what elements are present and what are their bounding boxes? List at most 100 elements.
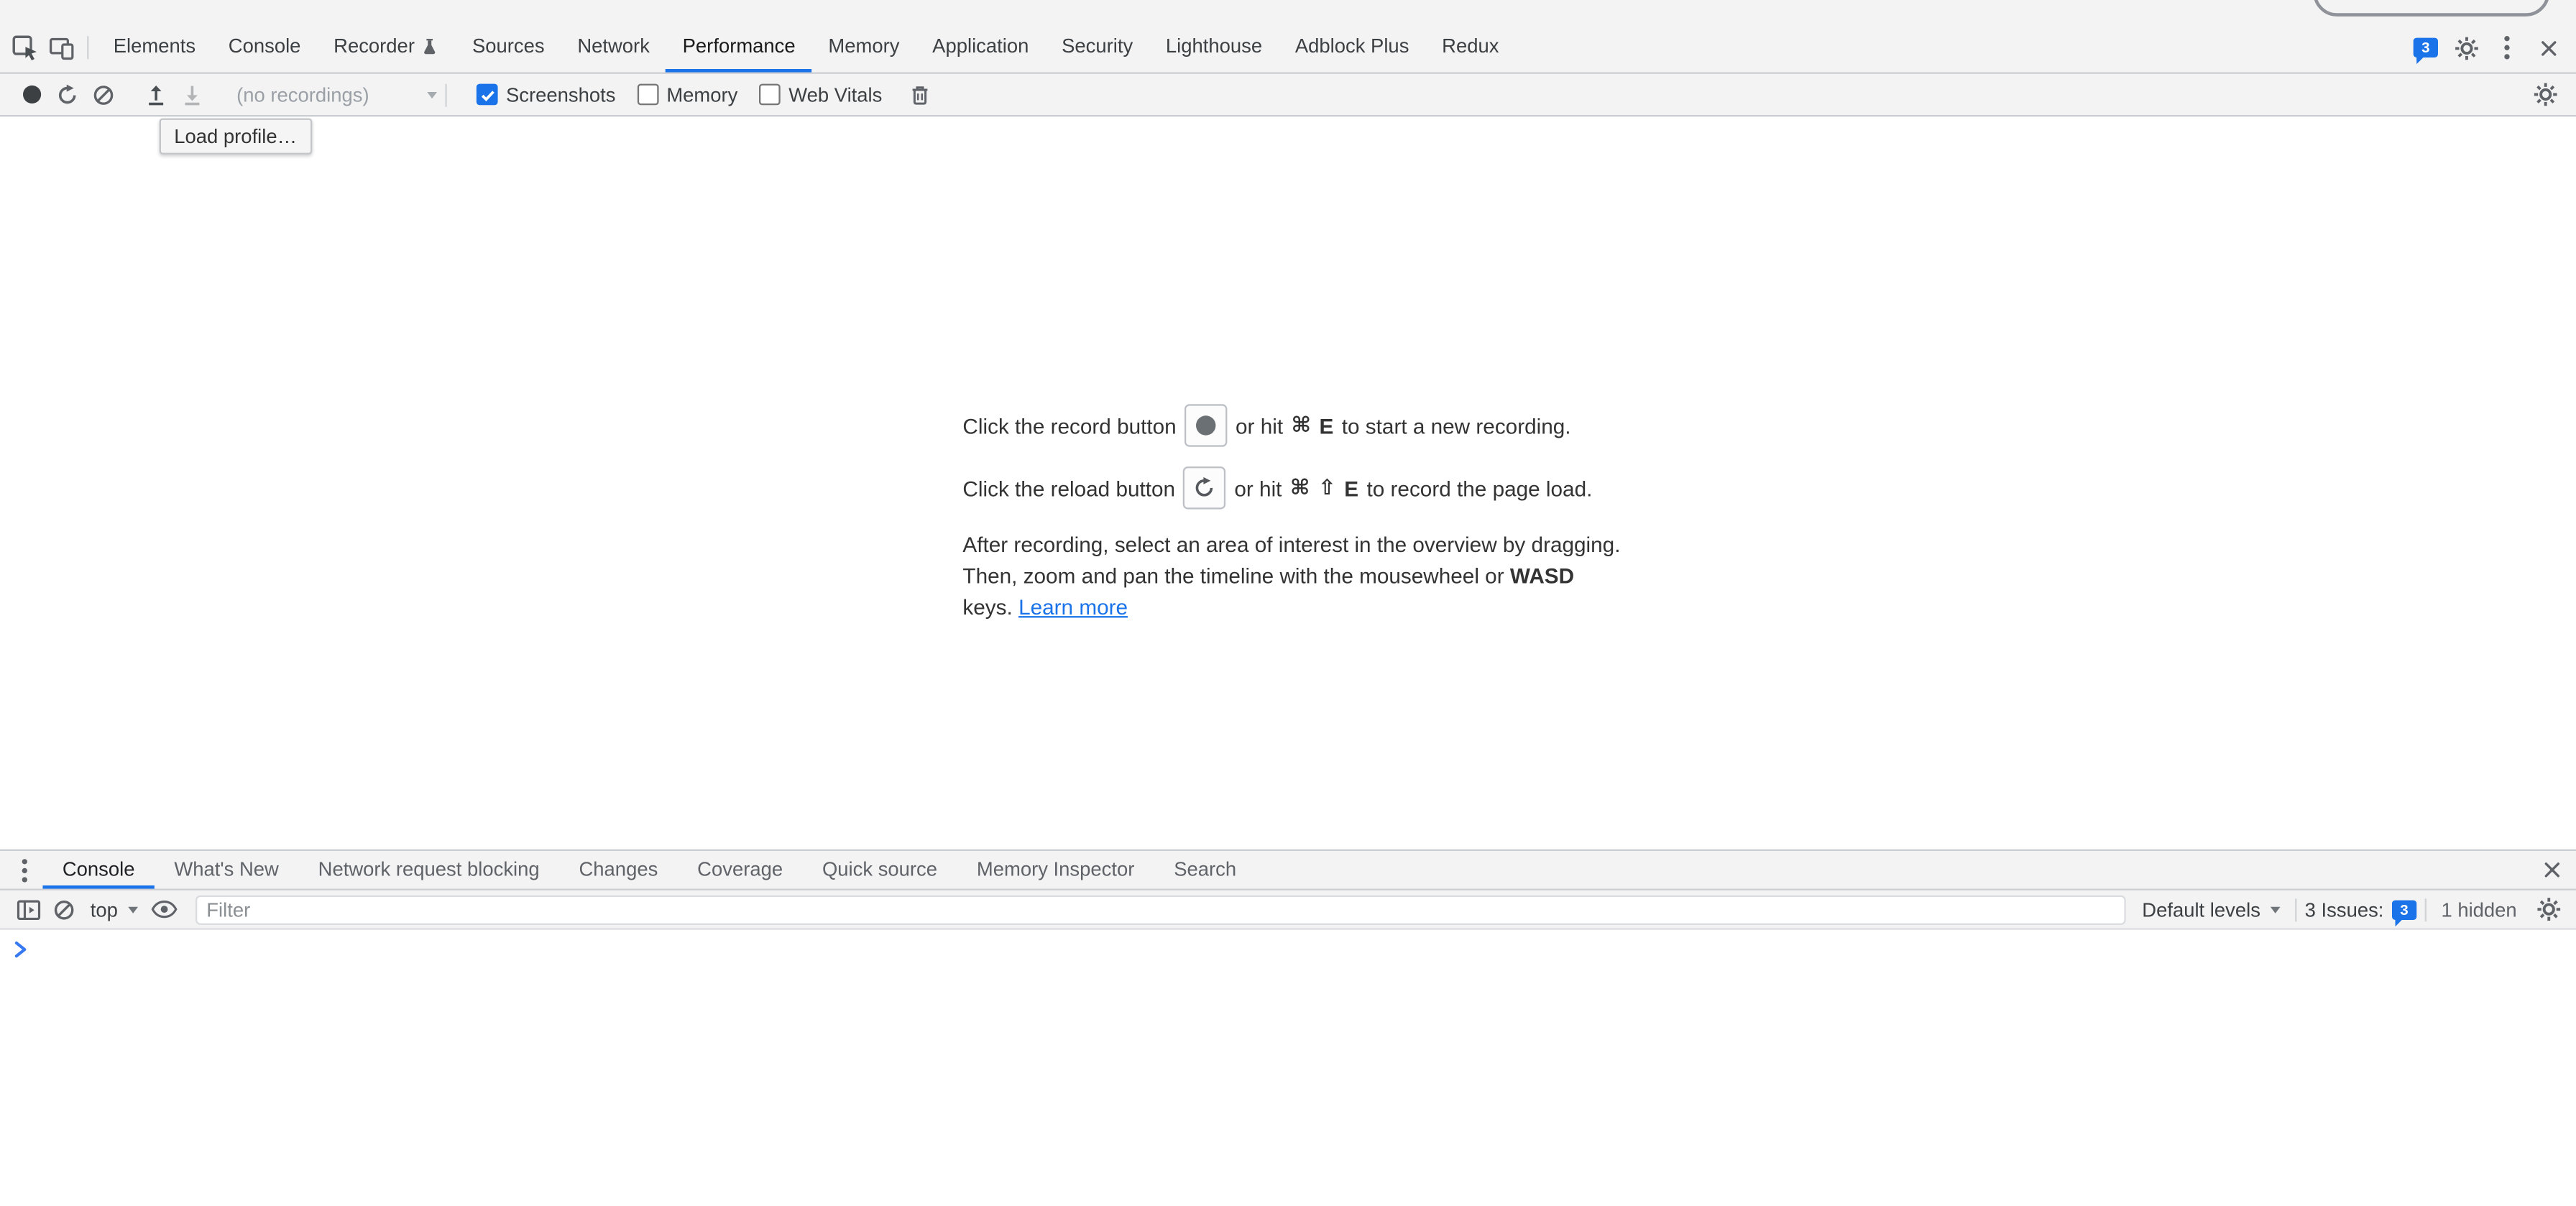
- main-tab-label: Application: [932, 34, 1029, 57]
- drawer-tab[interactable]: Quick source: [803, 851, 957, 889]
- drawer-tab[interactable]: Network request blocking: [298, 851, 559, 889]
- main-tab[interactable]: Console: [212, 23, 317, 73]
- paragraph-tail: keys.: [962, 594, 1012, 619]
- main-tab[interactable]: Elements: [97, 23, 212, 73]
- wasd-keys: WASD: [1510, 563, 1574, 588]
- or-hit-text: or hit: [1236, 413, 1283, 438]
- issues-bubble-icon: 3: [2414, 38, 2438, 57]
- load-profile-icon[interactable]: [138, 76, 174, 112]
- record-dot: [1196, 415, 1215, 435]
- checkbox-label: Web Vitals: [788, 83, 882, 106]
- drawer-tab-label: Network request blocking: [318, 857, 540, 880]
- drawer-tab[interactable]: What's New: [155, 851, 298, 889]
- e-key: E: [1344, 476, 1358, 500]
- close-devtools-icon[interactable]: [2530, 29, 2566, 65]
- checkbox-box: [759, 84, 781, 106]
- main-tab-label: Lighthouse: [1166, 34, 1262, 57]
- record-button[interactable]: [1184, 404, 1227, 446]
- learn-more-link[interactable]: Learn more: [1018, 594, 1128, 619]
- main-tab[interactable]: Adblock Plus: [1279, 23, 1425, 73]
- drawer-tab[interactable]: Coverage: [678, 851, 803, 889]
- drawer-tab[interactable]: Memory Inspector: [957, 851, 1154, 889]
- drawer-close-icon[interactable]: [2534, 852, 2570, 888]
- console-sidebar-icon[interactable]: [10, 891, 46, 927]
- perf-toolbar-checkbox[interactable]: Memory: [637, 83, 737, 106]
- checkbox-box: [477, 84, 498, 106]
- console-issues-counter[interactable]: 3 Issues: 3: [2305, 898, 2416, 921]
- main-tab-label: Network: [577, 34, 650, 57]
- console-clear-icon[interactable]: [46, 891, 82, 927]
- log-levels-select[interactable]: Default levels: [2142, 898, 2280, 921]
- log-levels-label: Default levels: [2142, 898, 2260, 921]
- main-tab-label: Performance: [683, 34, 796, 57]
- issues-counter-button[interactable]: 3: [2409, 38, 2443, 57]
- perf-checkboxes: Screenshots Memory Web Vitals: [455, 83, 882, 106]
- drawer-tab-label: Coverage: [697, 857, 783, 880]
- settings-gear-icon[interactable]: [2448, 29, 2484, 65]
- dropdown-arrow-icon: [427, 91, 437, 98]
- hidden-messages-count[interactable]: 1 hidden: [2441, 898, 2516, 921]
- console-settings-gear-icon[interactable]: [2530, 891, 2566, 927]
- performance-toolbar: (no recordings) Screenshots Memory: [0, 74, 2576, 116]
- shift-key: ⇧: [1318, 475, 1336, 502]
- main-tab[interactable]: Recorder: [317, 23, 456, 73]
- drawer-tab[interactable]: Search: [1154, 851, 1256, 889]
- toolbar-divider: [445, 83, 446, 106]
- issues-count: 3: [2421, 40, 2429, 56]
- drawer-tab[interactable]: Console: [42, 851, 154, 889]
- reload-instruction-suffix: to record the page load.: [1366, 476, 1592, 500]
- drawer-tabbar: Console What's New Network request block…: [0, 851, 2576, 890]
- dropdown-arrow-icon: [128, 906, 138, 913]
- main-tab-label: Elements: [114, 34, 196, 57]
- live-expression-eye-icon[interactable]: [146, 891, 182, 927]
- reload-and-record-icon[interactable]: [50, 76, 86, 112]
- drawer-tab[interactable]: Changes: [559, 851, 678, 889]
- checkbox-label: Screenshots: [506, 83, 615, 106]
- reload-button[interactable]: [1184, 466, 1226, 509]
- recordings-history-label: (no recordings): [236, 83, 369, 106]
- main-tab[interactable]: Lighthouse: [1149, 23, 1279, 73]
- context-label: top: [91, 898, 118, 921]
- main-tab[interactable]: Redux: [1425, 23, 1515, 73]
- capture-settings-gear-icon[interactable]: [2526, 76, 2562, 112]
- main-tab[interactable]: Application: [916, 23, 1045, 73]
- execution-context-selector[interactable]: top: [82, 898, 145, 921]
- e-key: E: [1320, 413, 1334, 438]
- main-tab[interactable]: Network: [561, 23, 666, 73]
- recordings-history-select[interactable]: (no recordings): [236, 83, 437, 106]
- record-instruction-row: Click the record button or hit ⌘ E to st…: [962, 404, 1626, 446]
- drawer-tab-label: Quick source: [822, 857, 937, 880]
- clear-recordings-icon[interactable]: [86, 76, 121, 112]
- device-toolbar-icon[interactable]: [42, 29, 78, 65]
- devtools-tabbar: Elements Console Recorder Sources: [0, 0, 2576, 74]
- record-icon[interactable]: [13, 76, 49, 112]
- inspect-element-icon[interactable]: [6, 29, 42, 65]
- issues-label: 3 Issues:: [2305, 898, 2384, 921]
- drawer-tab-label: What's New: [174, 857, 278, 880]
- recorder-flask-icon: [421, 37, 439, 55]
- perf-toolbar-checkbox[interactable]: Web Vitals: [759, 83, 882, 106]
- main-tab-label: Sources: [472, 34, 545, 57]
- console-prompt-chevron[interactable]: [15, 942, 2576, 958]
- main-tab[interactable]: Sources: [456, 23, 561, 73]
- perf-toolbar-checkbox[interactable]: Screenshots: [477, 83, 616, 106]
- main-tab[interactable]: Memory: [812, 23, 916, 73]
- load-profile-tooltip: Load profile…: [160, 119, 312, 155]
- main-tab-label: Adblock Plus: [1295, 34, 1409, 57]
- more-options-icon[interactable]: [2489, 29, 2525, 65]
- drawer-tab-label: Memory Inspector: [977, 857, 1134, 880]
- record-dot: [22, 86, 40, 103]
- tabbar-left-icons: [6, 23, 97, 73]
- main-tab[interactable]: Performance: [666, 23, 812, 73]
- console-filter-input[interactable]: [195, 895, 2125, 924]
- tabbar-right-icons: 3: [2409, 23, 2576, 73]
- console-log-area[interactable]: [0, 930, 2576, 958]
- console-toolbar: top Default levels 3 Issues: 3 1 hidden: [0, 890, 2576, 930]
- drawer-menu-icon[interactable]: [6, 852, 42, 888]
- checkbox-box: [637, 84, 658, 106]
- record-instruction-prefix: Click the record button: [962, 413, 1176, 438]
- save-profile-icon[interactable]: [174, 76, 210, 112]
- trash-icon[interactable]: [902, 76, 938, 112]
- main-tab[interactable]: Security: [1045, 23, 1149, 73]
- main-tab-label: Recorder: [334, 34, 415, 57]
